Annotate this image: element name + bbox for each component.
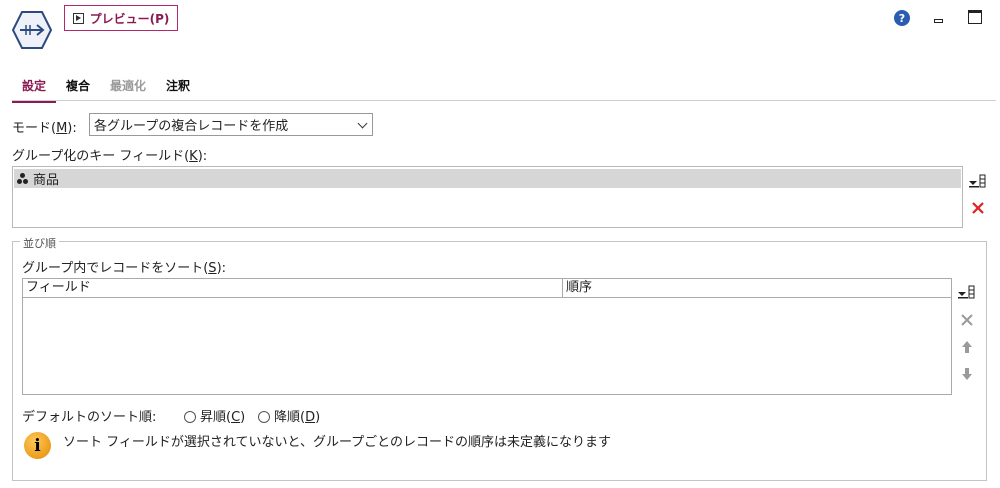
tab-divider [12, 100, 996, 101]
tab-bar: 設定 複合 最適化 注釈 [12, 72, 200, 103]
key-fields-list[interactable]: 商品 [12, 166, 963, 228]
column-header-field[interactable]: フィールド [23, 279, 563, 297]
remove-sort-field-icon [958, 311, 976, 329]
sort-ascending-radio[interactable]: 昇順(C) [184, 406, 245, 425]
tab-settings[interactable]: 設定 [12, 72, 57, 103]
minimize-icon[interactable] [932, 12, 946, 26]
sort-fields-table[interactable]: フィールド 順序 [22, 278, 952, 395]
mode-dropdown[interactable]: 各グループの複合レコードを作成 [89, 113, 373, 136]
sort-field-picker-icon[interactable] [957, 283, 975, 301]
move-down-icon [958, 365, 976, 383]
default-sort-label: デフォルトのソート順: [22, 410, 157, 425]
chevron-down-icon [357, 118, 368, 129]
help-icon[interactable]: ? [894, 10, 910, 26]
move-up-icon [958, 338, 976, 356]
tab-annotations[interactable]: 注釈 [156, 72, 200, 100]
preview-button[interactable]: プレビュー(P) [64, 5, 178, 31]
key-field-name: 商品 [33, 173, 60, 188]
maximize-icon[interactable] [968, 10, 982, 24]
column-header-order[interactable]: 順序 [563, 279, 951, 297]
field-picker-icon[interactable] [968, 172, 986, 190]
radio-circle-icon[interactable] [184, 411, 196, 423]
tab-composite[interactable]: 複合 [56, 72, 100, 100]
key-fields-label: グループ化のキー フィールド(K): [12, 149, 208, 164]
table-header: フィールド 順序 [23, 279, 951, 298]
mode-selected-value: 各グループの複合レコードを作成 [94, 119, 289, 134]
record-merge-node-icon [12, 11, 52, 49]
preview-label: プレビュー(P) [89, 11, 170, 26]
sort-group-legend: 並び順 [20, 235, 59, 251]
list-item[interactable]: 商品 [14, 169, 961, 188]
info-icon: i [24, 432, 51, 459]
radio-circle-icon[interactable] [258, 411, 270, 423]
delete-icon[interactable] [969, 199, 987, 217]
info-message: ソート フィールドが選択されていないと、グループごとのレコードの順序は未定義にな… [63, 435, 612, 450]
sort-within-group-label: グループ内でレコードをソート(S): [22, 261, 227, 276]
mode-label: モード(M): [12, 121, 77, 136]
sort-descending-radio[interactable]: 降順(D) [258, 406, 320, 425]
play-icon [72, 12, 84, 24]
tab-optimization: 最適化 [110, 79, 147, 93]
set-icon [17, 172, 29, 185]
